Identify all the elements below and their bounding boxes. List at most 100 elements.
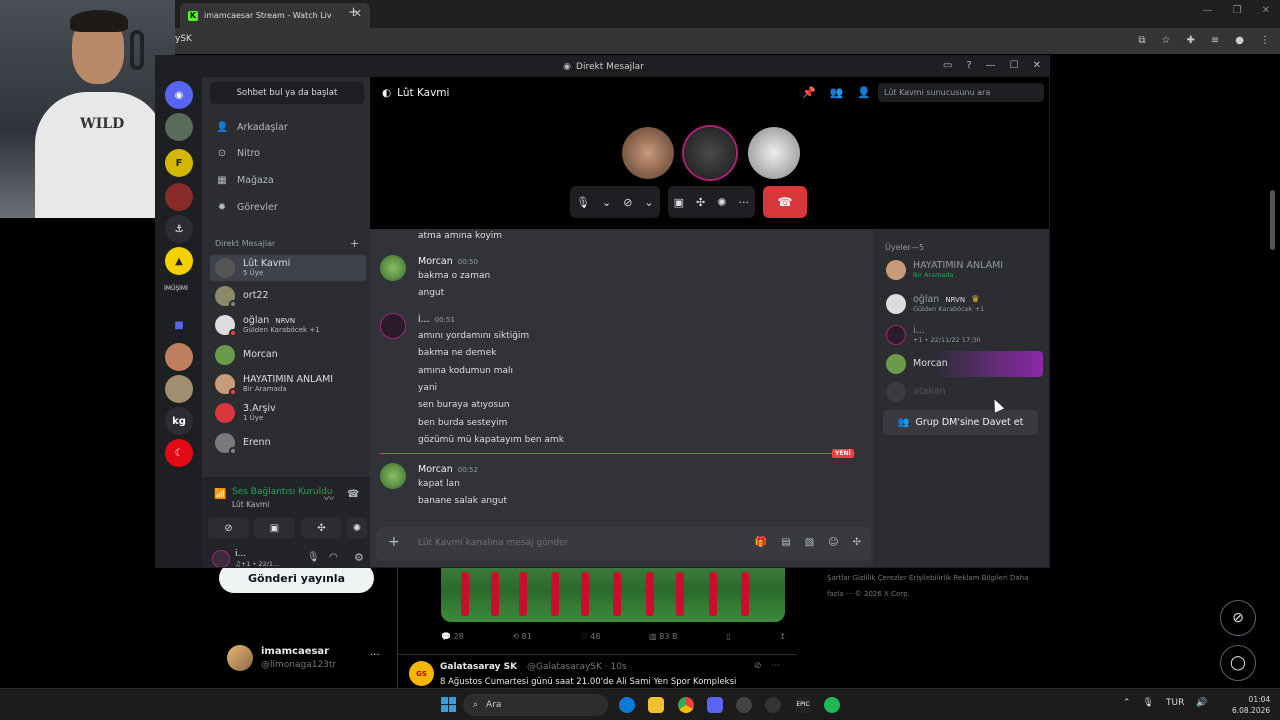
nav-friends[interactable]: 👤 Arkadaşlar xyxy=(210,115,364,139)
profile-avatar[interactable] xyxy=(227,645,253,671)
language-indicator[interactable]: TUR xyxy=(1166,698,1184,708)
like-button[interactable]: ♡ 48 xyxy=(581,632,601,641)
server-icon[interactable] xyxy=(165,343,193,371)
attach-plus-icon[interactable]: + xyxy=(388,534,400,550)
server-icon[interactable] xyxy=(165,183,193,211)
server-icon[interactable] xyxy=(165,375,193,403)
maximize-icon[interactable]: ☐ xyxy=(1010,60,1019,71)
media-icon[interactable]: ≡ xyxy=(1211,35,1219,46)
signal-icon[interactable]: 📶 xyxy=(214,489,226,500)
grok-icon[interactable]: ⊘ xyxy=(754,661,762,671)
inbox-icon[interactable]: ▭ xyxy=(943,60,952,71)
nav-shop[interactable]: ▦ Mağaza xyxy=(210,168,364,192)
microphone-icon[interactable]: 🎙 xyxy=(576,196,590,209)
call-participant-avatar[interactable] xyxy=(684,127,736,179)
folder-icon[interactable]: ■ xyxy=(165,311,193,339)
message-author[interactable]: Morcan 00:52 xyxy=(418,464,478,475)
disconnect-icon[interactable]: ☎ xyxy=(347,489,359,500)
activities-icon[interactable]: ✣ xyxy=(696,196,705,209)
nav-nitro[interactable]: ⊙ Nitro xyxy=(210,141,364,165)
noise-suppression-icon[interactable]: 〰 xyxy=(324,490,334,505)
gif-icon[interactable]: ▤ xyxy=(781,537,790,548)
screen-share-icon[interactable]: ▣ xyxy=(674,196,684,209)
start-button-icon[interactable] xyxy=(441,697,456,712)
voice-status[interactable]: Ses Bağlantısı Kuruldu xyxy=(232,487,332,497)
tweet-author[interactable]: Galatasaray SK xyxy=(440,662,517,672)
emoji-icon[interactable]: ☺ xyxy=(828,537,838,548)
help-icon[interactable]: ? xyxy=(966,60,971,71)
dm-search-button[interactable]: Sohbet bul ya da başlat xyxy=(210,82,364,104)
soundboard-button[interactable]: ✺ xyxy=(347,518,367,538)
headphones-icon[interactable]: ◠ xyxy=(329,552,338,563)
member-item-hovered[interactable]: Morcan xyxy=(883,351,1043,377)
home-icon[interactable]: ◉ xyxy=(165,81,193,109)
camera-off-icon[interactable]: ⊘ xyxy=(623,196,632,209)
close-icon[interactable]: ✕ xyxy=(1262,5,1270,16)
app-icon[interactable] xyxy=(765,697,781,713)
more-icon[interactable]: ··· xyxy=(772,661,781,671)
call-participant-avatar[interactable] xyxy=(622,127,674,179)
server-kg[interactable]: kg xyxy=(165,407,193,435)
create-dm-icon[interactable]: + xyxy=(350,237,359,250)
tray-chevron-icon[interactable]: ⌃ xyxy=(1123,698,1131,708)
app-icon[interactable] xyxy=(736,697,752,713)
edge-icon[interactable] xyxy=(619,697,635,713)
spotify-icon[interactable] xyxy=(824,697,840,713)
profile-more-icon[interactable]: ··· xyxy=(370,650,380,661)
dm-item[interactable]: Lût Kavmi 5 Üye xyxy=(210,255,366,281)
settings-gear-icon[interactable]: ⚙ xyxy=(354,551,364,564)
member-item[interactable]: i... +1 • 22/11/22 17:30 xyxy=(883,322,1043,348)
close-icon[interactable]: ✕ xyxy=(1033,60,1041,71)
page-scrollbar[interactable] xyxy=(1270,190,1275,250)
dm-item[interactable]: ort22 xyxy=(210,283,366,309)
reply-button[interactable]: 💬 28 xyxy=(441,632,464,641)
call-participant-avatar[interactable] xyxy=(748,127,800,179)
avatar[interactable] xyxy=(380,255,406,281)
maximize-icon[interactable]: ❐ xyxy=(1233,5,1242,16)
server-search-input[interactable]: Lût Kavmi sunucusunu ara xyxy=(878,83,1044,102)
menu-icon[interactable]: ⋮ xyxy=(1260,35,1270,46)
extensions-icon[interactable]: ✚ xyxy=(1186,35,1194,46)
camera-button[interactable]: ⊘ xyxy=(208,518,249,538)
server-icon[interactable] xyxy=(165,113,193,141)
server-icon[interactable]: F xyxy=(165,149,193,177)
messages-fab-icon[interactable]: ◯ xyxy=(1220,645,1256,681)
chrome-icon[interactable] xyxy=(678,697,694,713)
turkey-server-icon[interactable]: ☾ xyxy=(165,439,193,467)
activities-button[interactable]: ✣ xyxy=(301,518,342,538)
volume-icon[interactable]: 🔊 xyxy=(1196,698,1207,708)
epic-games-icon[interactable]: EPIC xyxy=(795,697,811,713)
hang-up-button[interactable]: ☎ xyxy=(762,186,807,218)
footer-links[interactable]: Şartlar Gizlilik Çerezler Erişilebilirli… xyxy=(827,570,1037,602)
retweet-button[interactable]: ⟲ 81 xyxy=(512,632,531,641)
message-author[interactable]: i... 00:51 xyxy=(418,314,455,325)
grok-fab-icon[interactable]: ⊘ xyxy=(1220,600,1256,636)
sticker-icon[interactable]: ▧ xyxy=(805,537,814,548)
dm-item[interactable]: Morcan xyxy=(210,342,366,368)
clock[interactable]: 01:04 6.08.2026 xyxy=(1232,694,1270,716)
minimize-icon[interactable]: — xyxy=(1203,5,1213,16)
avatar[interactable] xyxy=(212,550,230,567)
avatar[interactable] xyxy=(380,313,406,339)
message-author[interactable]: Morcan 00:50 xyxy=(418,256,478,267)
bookmark-icon[interactable]: ▯ xyxy=(726,632,730,641)
voice-channel[interactable]: Lût Kavmi xyxy=(232,500,269,509)
member-item[interactable]: HAYATIMIN ANLAMI Bir Aramada xyxy=(883,257,1043,283)
dm-item[interactable]: oğlan NRVN Gülden Karaböcek +1 xyxy=(210,312,366,338)
dm-item[interactable]: 3.Arşiv 1 Üye xyxy=(210,400,366,426)
server-icon[interactable]: ▲ xyxy=(165,247,193,275)
apps-icon[interactable]: ✣ xyxy=(853,537,861,548)
tweet-media-image[interactable] xyxy=(441,568,785,622)
file-explorer-icon[interactable] xyxy=(648,697,664,713)
more-icon[interactable]: ··· xyxy=(738,196,749,209)
server-icon[interactable]: ⚓ xyxy=(165,215,193,243)
minimize-icon[interactable]: — xyxy=(986,60,996,71)
dm-item[interactable]: HAYATIMIN ANLAMI Bir Aramada xyxy=(210,371,366,397)
gift-icon[interactable]: 🎁 xyxy=(755,537,767,548)
profile-icon[interactable]: ● xyxy=(1235,35,1244,46)
nav-quests[interactable]: ✹ Görevler xyxy=(210,195,364,219)
member-item[interactable]: atakan xyxy=(883,379,1043,405)
member-list-icon[interactable]: 👤 xyxy=(857,86,871,99)
message-input[interactable]: Lût Kavmi kanalına mesaj gönder xyxy=(418,538,568,548)
browser-tab[interactable]: K imamcaesar Stream - Watch Liv ✕ xyxy=(180,3,370,28)
